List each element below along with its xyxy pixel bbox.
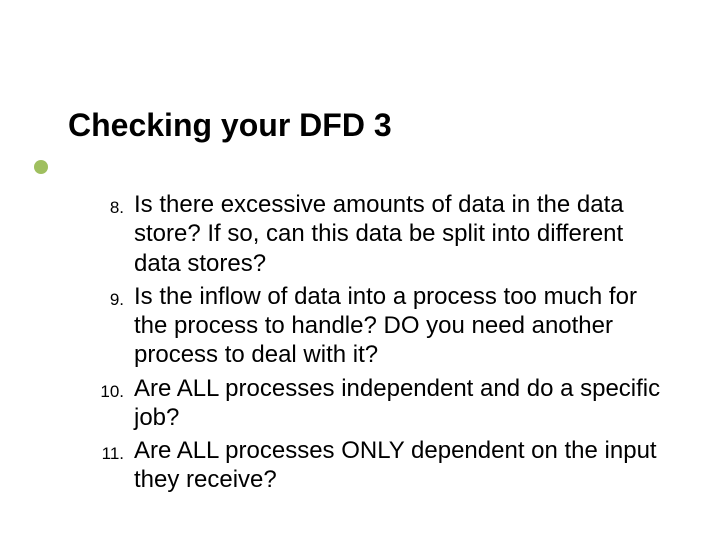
slide-title: Checking your DFD 3: [68, 108, 392, 143]
item-text: Are ALL processes ONLY dependent on the …: [134, 436, 670, 495]
item-number: 8.: [80, 198, 134, 219]
item-text: Is the inflow of data into a process too…: [134, 282, 670, 370]
slide: Checking your DFD 3 8. Is there excessiv…: [0, 0, 720, 540]
list-item: 9. Is the inflow of data into a process …: [80, 282, 670, 370]
item-text: Are ALL processes independent and do a s…: [134, 374, 670, 433]
item-number: 11.: [80, 444, 134, 465]
list-item: 8. Is there excessive amounts of data in…: [80, 190, 670, 278]
title-bullet-icon: [34, 160, 48, 174]
list-item: 11. Are ALL processes ONLY dependent on …: [80, 436, 670, 495]
item-number: 10.: [80, 382, 134, 403]
list-item: 10. Are ALL processes independent and do…: [80, 374, 670, 433]
item-number: 9.: [80, 290, 134, 311]
title-accent-band: [68, 151, 570, 179]
title-wrap: Checking your DFD 3: [68, 108, 392, 143]
numbered-list: 8. Is there excessive amounts of data in…: [80, 190, 670, 499]
item-text: Is there excessive amounts of data in th…: [134, 190, 670, 278]
